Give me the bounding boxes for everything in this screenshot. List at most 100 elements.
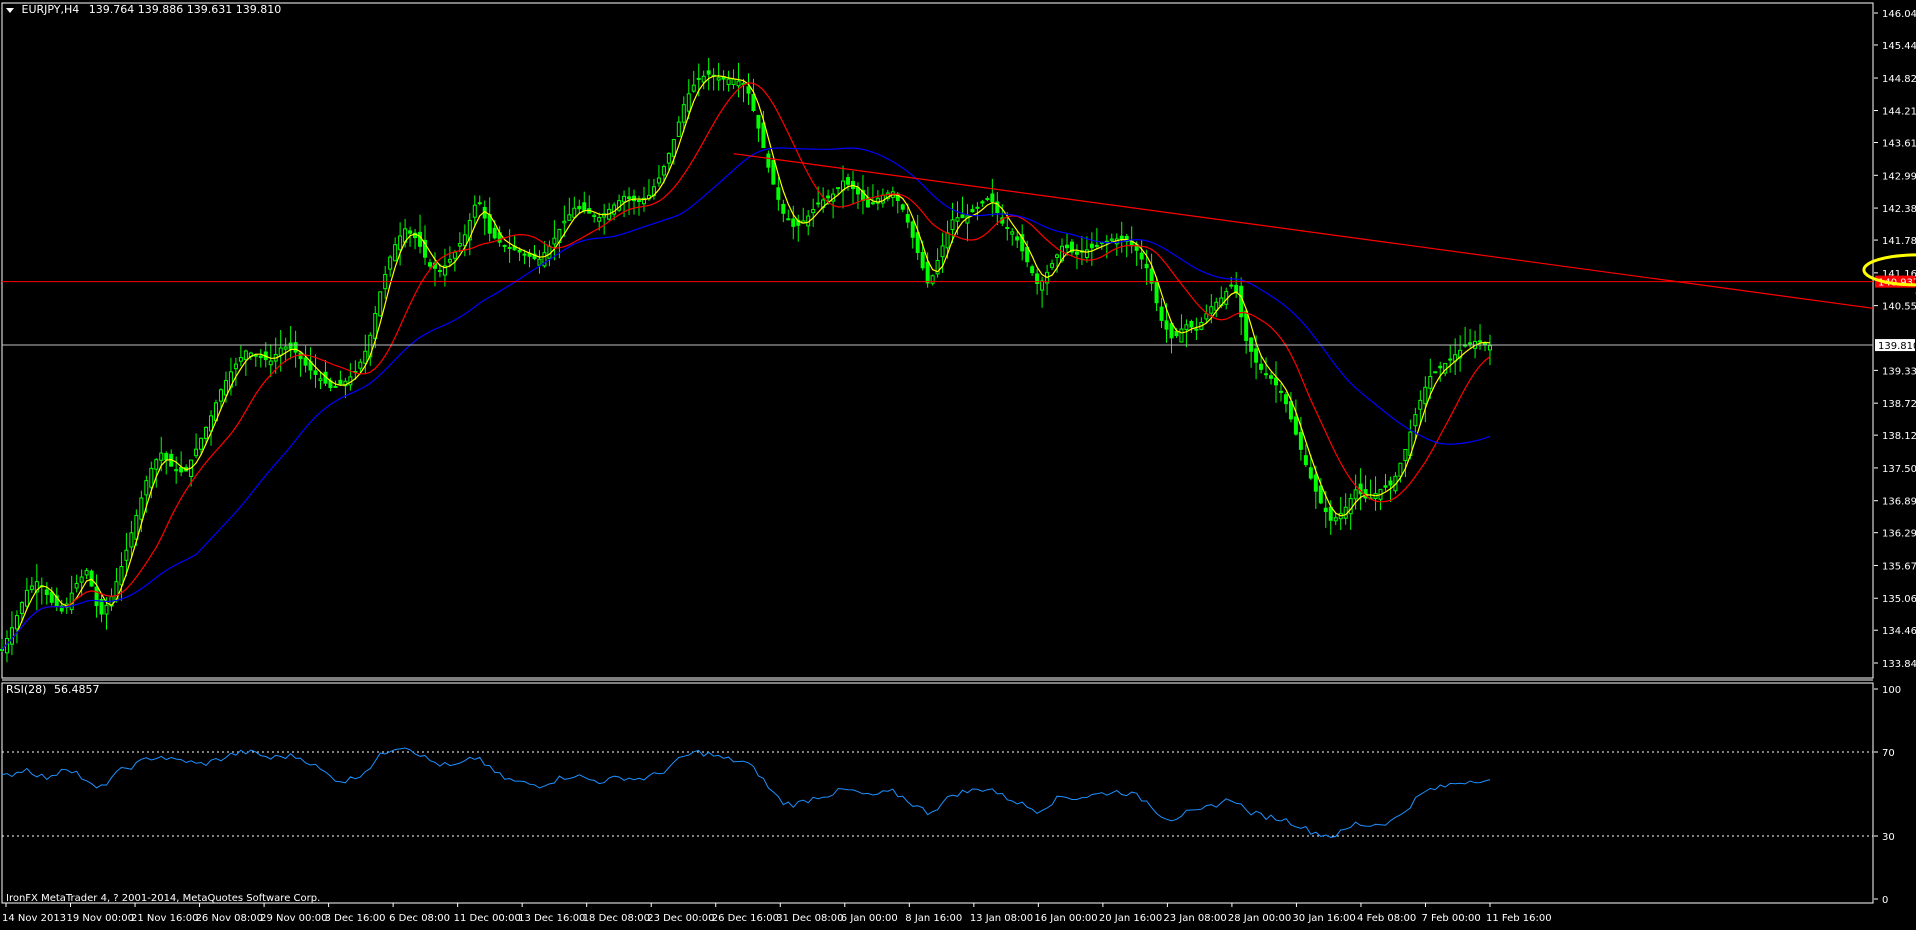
symbol-label: EURJPY,H4 <box>21 3 80 16</box>
candle-body <box>1015 236 1020 241</box>
candle-body <box>1438 365 1443 369</box>
candle-body <box>791 218 796 227</box>
candle-body <box>492 227 497 239</box>
candle-body <box>1274 377 1279 386</box>
candle-body <box>567 214 572 221</box>
dropdown-triangle-icon[interactable] <box>6 7 14 13</box>
candle-body <box>940 245 945 258</box>
candle-body <box>846 177 851 185</box>
candle-body <box>1214 301 1219 311</box>
rsi-name: RSI(28) <box>6 683 47 696</box>
candle-body <box>283 346 288 350</box>
candle-body <box>1448 358 1453 361</box>
candle-body <box>1383 485 1388 488</box>
time-tick-label: 4 Feb 08:00 <box>1357 913 1416 924</box>
candle-body <box>1468 342 1473 345</box>
candle-body <box>1159 306 1164 321</box>
candle-body <box>268 360 273 366</box>
candle-body <box>457 243 462 247</box>
candle-body <box>1423 386 1428 405</box>
time-tick-label: 14 Nov 2013 <box>2 913 66 924</box>
candle-body <box>572 207 577 218</box>
candle-body <box>1398 462 1403 477</box>
price-tick-label: 146.040 <box>1882 9 1916 20</box>
candle-body <box>766 153 771 168</box>
time-tick-label: 11 Feb 16:00 <box>1486 913 1552 924</box>
candle-body <box>477 202 482 205</box>
candle-body <box>44 589 49 595</box>
candle-body <box>1119 235 1124 240</box>
candle-body <box>816 202 821 205</box>
candle-body <box>154 459 159 470</box>
candle-body <box>517 249 522 253</box>
price-tick-label: 133.845 <box>1882 659 1916 670</box>
candle-body <box>1318 485 1323 504</box>
candle-body <box>358 361 363 369</box>
price-tick-label: 138.120 <box>1882 431 1916 442</box>
candle-body <box>990 193 995 203</box>
candle-body <box>1229 284 1234 287</box>
candle-body <box>1303 455 1308 466</box>
candle-body <box>1074 251 1079 255</box>
candle-body <box>676 121 681 137</box>
candle-body <box>1328 506 1333 521</box>
candle-body <box>920 252 925 269</box>
candle-body <box>1348 498 1353 515</box>
candle-body <box>19 602 24 614</box>
time-tick-label: 26 Nov 08:00 <box>196 913 263 924</box>
candle-body <box>716 77 721 81</box>
candle-body <box>1209 306 1214 314</box>
candle-body <box>945 232 950 249</box>
candle-body <box>333 385 338 388</box>
candle-body <box>1264 373 1269 376</box>
candle-body <box>1413 414 1418 427</box>
candle-body <box>159 452 164 461</box>
candle-body <box>955 217 960 222</box>
candle-body <box>726 78 731 86</box>
candle-body <box>975 206 980 209</box>
candle-body <box>910 221 915 238</box>
candle-body <box>447 258 452 263</box>
time-tick-label: 13 Dec 16:00 <box>518 913 585 924</box>
chart-area[interactable]: 146.040 145.440 144.820 144.210 143.610 142.9… <box>0 0 1916 926</box>
candle-body <box>826 195 831 199</box>
time-tick-label: 3 Dec 16:00 <box>325 913 386 924</box>
candle-body <box>960 214 965 219</box>
candle-body <box>462 234 467 247</box>
candle-body <box>144 480 149 496</box>
candle-body <box>199 437 204 450</box>
candle-body <box>129 532 134 548</box>
price-tick-label: 138.720 <box>1882 399 1916 410</box>
candle-body <box>1040 280 1045 291</box>
time-tick-label: 6 Jan 00:00 <box>841 913 898 924</box>
price-tick-label: 144.820 <box>1882 74 1916 85</box>
candle-body <box>24 589 29 607</box>
candle-body <box>915 232 920 254</box>
candle-body <box>94 586 99 607</box>
candle-body <box>104 604 109 615</box>
candle-body <box>139 497 144 520</box>
candle-body <box>661 165 666 176</box>
candle-body <box>656 177 661 184</box>
candle-body <box>1169 322 1174 339</box>
time-tick-label: 11 Dec 00:00 <box>454 913 521 924</box>
candle-body <box>119 566 124 586</box>
candle-body <box>502 244 507 247</box>
candle-body <box>14 615 19 630</box>
rsi-tick-label: 70 <box>1882 748 1895 759</box>
candle-body <box>1194 328 1199 331</box>
candle-body <box>736 80 741 87</box>
candle-body <box>980 201 985 204</box>
candle-body <box>1010 231 1015 235</box>
price-tick-label: 137.505 <box>1882 464 1916 475</box>
candle-body <box>1064 244 1069 249</box>
candle-body <box>1149 268 1154 284</box>
candle-body <box>408 230 413 234</box>
candle-body <box>174 469 179 472</box>
candle-body <box>756 114 761 129</box>
quote-values: 139.764 139.886 139.631 139.810 <box>88 3 282 16</box>
candle-body <box>253 354 258 357</box>
candle-body <box>1084 249 1089 258</box>
candle-body <box>89 570 94 587</box>
candle-body <box>696 77 701 80</box>
